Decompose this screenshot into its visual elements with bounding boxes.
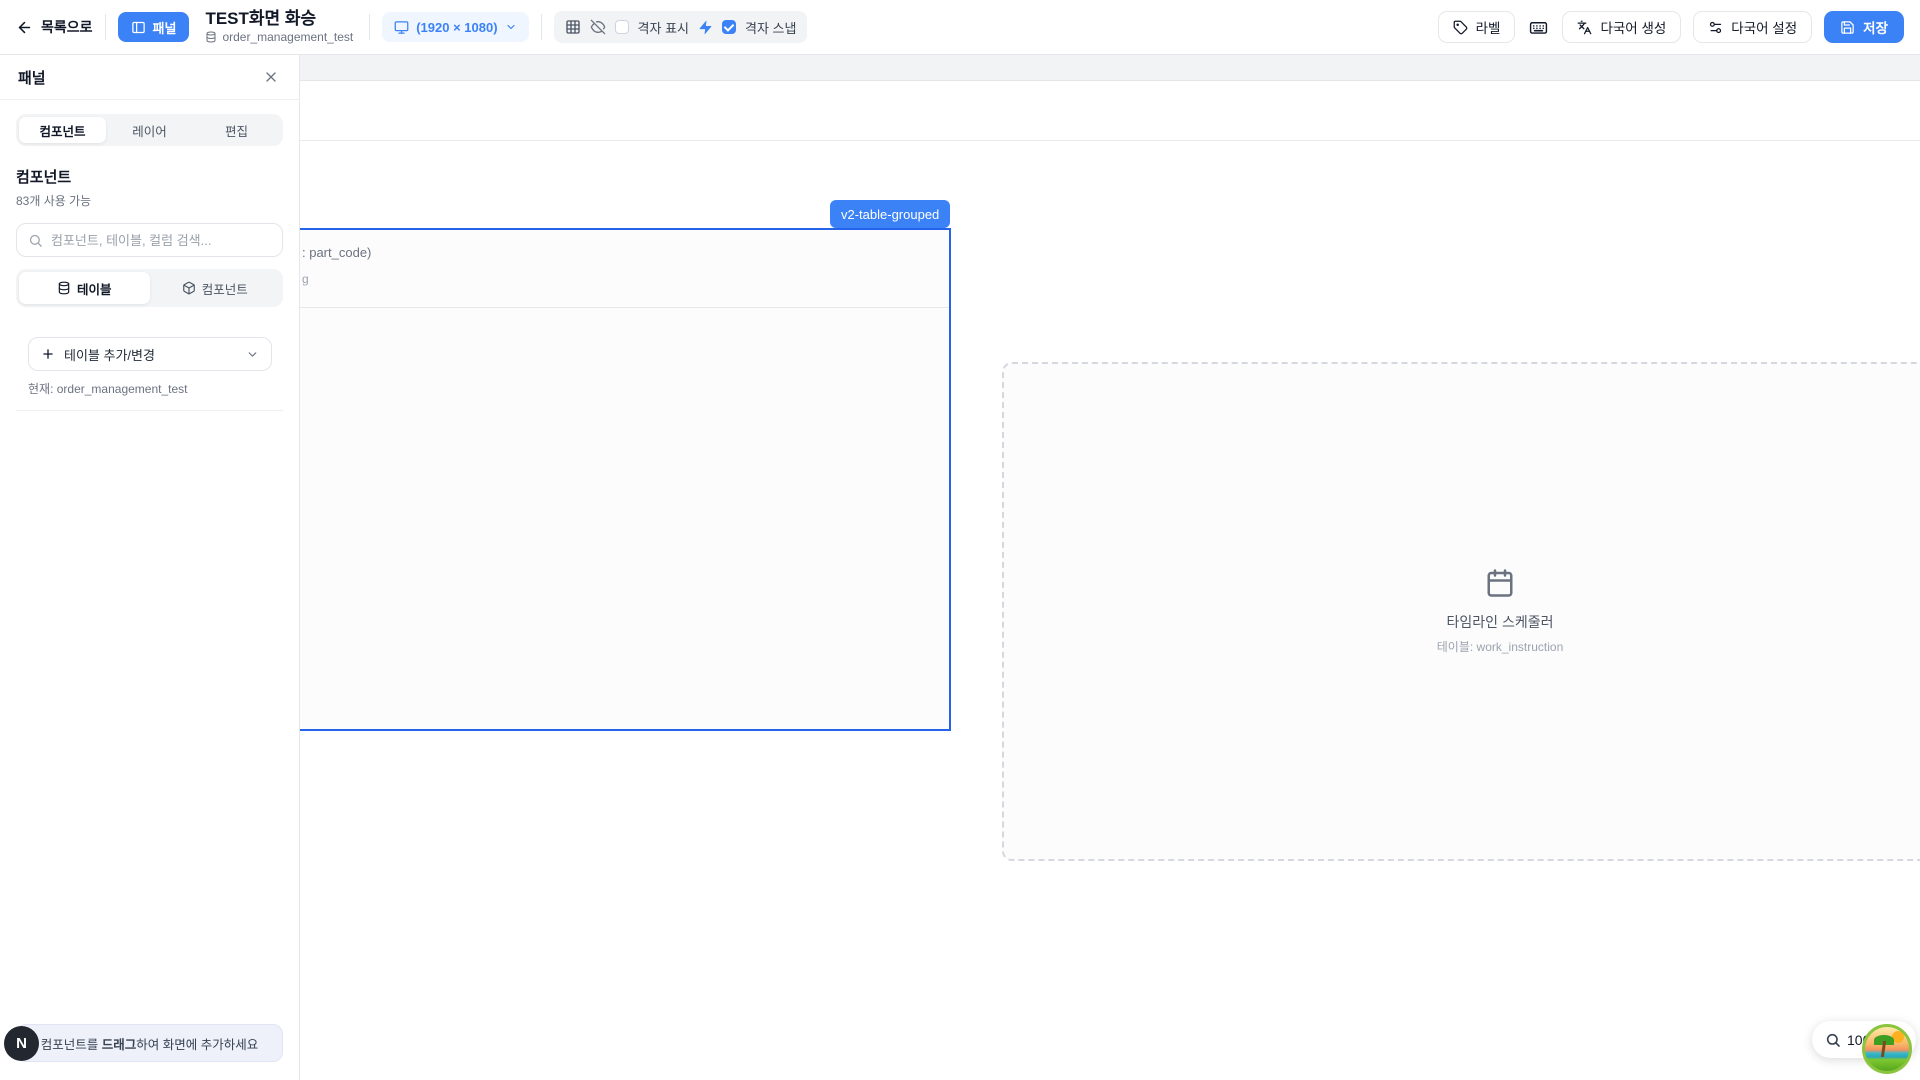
drag-hint-bold: 드래그	[102, 1038, 137, 1052]
panel-body: 컴포넌트 83개 사용 가능 테이블	[0, 166, 299, 411]
keyboard-icon	[1529, 18, 1548, 37]
i18n-settings-button[interactable]: 다국어 설정	[1693, 11, 1812, 43]
toolbar-divider	[369, 14, 370, 40]
palm-trunk-shape	[1881, 1041, 1886, 1057]
tab-layers[interactable]: 레이어	[106, 117, 193, 143]
eye-off-icon[interactable]	[590, 19, 606, 35]
toolbar-divider	[541, 14, 542, 40]
filter-tab-label: 테이블	[77, 279, 112, 298]
calendar-icon	[1485, 568, 1515, 598]
user-presence-avatar: N	[4, 1026, 39, 1061]
sidebar-panel-icon	[131, 20, 146, 35]
current-table-text: 현재: order_management_test	[28, 380, 271, 397]
selected-component-badge: v2-table-grouped	[830, 200, 950, 228]
source-filter-tabs: 테이블 컴포넌트	[16, 269, 283, 307]
panel-toggle-button[interactable]: 패널	[118, 12, 190, 42]
search-input[interactable]	[51, 233, 271, 248]
panel-title: 패널	[18, 67, 46, 88]
panel-tabs: 컴포넌트 레이어 편집	[16, 114, 283, 146]
canvas-guide-line	[300, 140, 1920, 141]
add-table-label: 테이블 추가/변경	[64, 345, 155, 364]
search-icon	[28, 233, 43, 248]
keyboard-shortcuts-button[interactable]	[1527, 16, 1550, 39]
chevron-down-icon	[505, 21, 517, 33]
drag-hint: 컴포넌트를 드래그하여 화면에 추가하세요	[16, 1024, 283, 1062]
arrow-left-icon	[16, 19, 33, 36]
grid-show-checkbox[interactable]	[615, 20, 629, 34]
drag-hint-text: 하여 화면에 추가하세요	[136, 1038, 258, 1052]
island-sticker	[1862, 1024, 1912, 1074]
sliders-icon	[1708, 20, 1723, 35]
close-icon	[263, 69, 279, 85]
panel-close-button[interactable]	[261, 67, 281, 87]
toolbar-left: 목록으로 패널 TEST화면 화승	[16, 10, 807, 45]
i18n-generate-button[interactable]: 다국어 생성	[1562, 11, 1681, 43]
placeholder-title: 타임라인 스케줄러	[1447, 612, 1554, 632]
database-icon	[57, 281, 71, 295]
panel-header: 패널	[0, 55, 299, 100]
back-button[interactable]: 목록으로	[16, 17, 93, 37]
i18n-settings-label: 다국어 설정	[1731, 17, 1797, 37]
filter-tab-label: 컴포넌트	[202, 279, 248, 298]
back-label: 목록으로	[41, 17, 93, 37]
drag-hint-text: 컴포넌트를	[41, 1038, 102, 1052]
side-panel: 패널 컴포넌트 레이어 편집 컴포넌트 83개 사용 가능	[0, 55, 300, 1080]
label-button[interactable]: 라벨	[1438, 11, 1516, 43]
chevron-down-icon	[246, 348, 259, 361]
bolt-icon	[698, 20, 713, 35]
screen-title-block: TEST화면 화승 order_management_test	[205, 10, 353, 45]
i18n-generate-label: 다국어 생성	[1600, 17, 1666, 37]
tag-icon	[1453, 20, 1468, 35]
add-table-button[interactable]: 테이블 추가/변경	[28, 337, 272, 371]
component-header-text: : part_code)	[302, 245, 371, 260]
tab-components[interactable]: 컴포넌트	[19, 117, 106, 143]
grid-snap-checkbox[interactable]	[722, 20, 736, 34]
placeholder-table-ref: 테이블: work_instruction	[1437, 638, 1564, 655]
component-search	[16, 223, 283, 257]
panel-divider	[16, 410, 283, 411]
database-icon	[205, 31, 217, 43]
monitor-icon	[394, 20, 409, 35]
bound-table-ref: order_management_test	[205, 30, 353, 44]
page-title: TEST화면 화승	[205, 10, 353, 29]
languages-icon	[1577, 20, 1592, 35]
toolbar: 목록으로 패널 TEST화면 화승	[0, 0, 1920, 55]
filter-tab-components[interactable]: 컴포넌트	[150, 272, 281, 304]
resolution-select[interactable]: (1920 × 1080)	[382, 12, 528, 42]
save-icon	[1840, 20, 1855, 35]
screen-editor: v2-table-grouped : part_code) g 타임라인 스케줄…	[0, 0, 1920, 1080]
component-subheader-text: g	[302, 272, 309, 286]
plus-icon	[41, 347, 55, 361]
tab-edit[interactable]: 편집	[193, 117, 280, 143]
components-count: 83개 사용 가능	[16, 192, 283, 209]
save-button-label: 저장	[1863, 17, 1888, 37]
save-button[interactable]: 저장	[1824, 11, 1904, 43]
grid-toolbar-group: 격자 표시 격자 스냅	[554, 11, 808, 43]
magnifier-icon	[1825, 1032, 1841, 1048]
components-section-title: 컴포넌트	[16, 166, 283, 187]
bound-table-name: order_management_test	[222, 30, 353, 44]
toolbar-right: 라벨 다국어 생성	[1438, 11, 1904, 43]
toolbar-divider	[105, 14, 106, 40]
label-button-text: 라벨	[1476, 17, 1501, 37]
panel-toggle-label: 패널	[153, 18, 177, 37]
package-icon	[182, 281, 196, 295]
filter-tab-tables[interactable]: 테이블	[19, 272, 150, 304]
grid-icon[interactable]	[565, 19, 581, 35]
grid-show-label: 격자 표시	[638, 18, 689, 37]
canvas-top-strip	[300, 55, 1920, 81]
grid-snap-label: 격자 스냅	[745, 18, 796, 37]
timeline-scheduler-placeholder[interactable]: 타임라인 스케줄러 테이블: work_instruction	[1002, 362, 1920, 861]
resolution-value: (1920 × 1080)	[416, 20, 497, 35]
